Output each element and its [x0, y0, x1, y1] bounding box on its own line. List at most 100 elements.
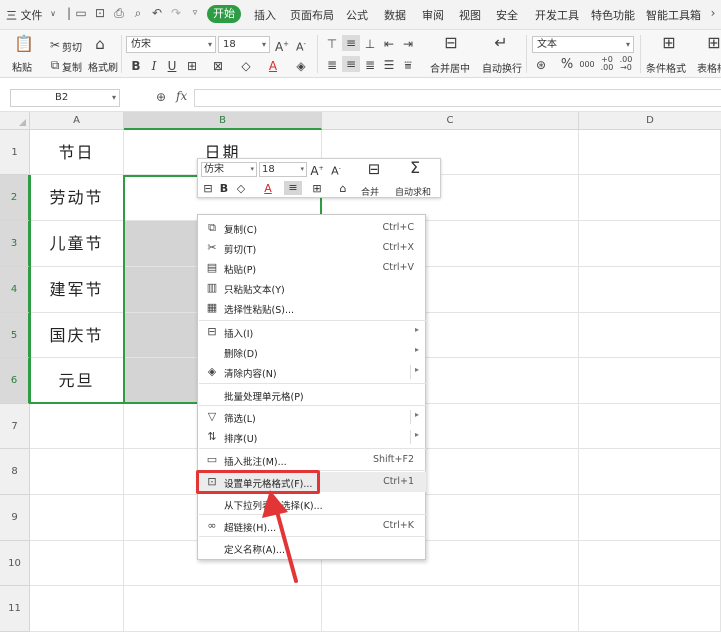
align-center-icon[interactable]: ≡: [284, 181, 302, 195]
menu-item-copy[interactable]: ⧉ 复制(C) Ctrl+C: [199, 218, 426, 238]
tab-smart-toolbox[interactable]: 智能工具箱: [646, 7, 701, 23]
cell-a4[interactable]: 建军节: [30, 267, 124, 313]
align-middle-icon[interactable]: ≡: [342, 35, 360, 51]
save-icon[interactable]: ▭: [74, 6, 88, 20]
file-dropdown-icon[interactable]: ∨: [46, 7, 60, 21]
tab-insert[interactable]: 插入: [254, 7, 276, 23]
menu-item-batch-process[interactable]: 批量处理单元格(P): [199, 385, 426, 405]
print-icon[interactable]: ⎙: [112, 6, 126, 20]
row-header-10[interactable]: 10: [0, 541, 30, 586]
cell-a6[interactable]: 元旦: [30, 358, 124, 404]
cell-a10[interactable]: [30, 541, 124, 586]
wrap-icon[interactable]: ⊟: [201, 182, 215, 196]
row-header-7[interactable]: 7: [0, 404, 30, 449]
align-center-icon[interactable]: ≡: [342, 56, 360, 72]
cell-d11[interactable]: [579, 586, 721, 632]
autosum-icon[interactable]: Σ: [405, 160, 425, 176]
menu-item-insert[interactable]: ⊟ 插入(I) ▸: [199, 322, 426, 342]
italic-icon[interactable]: I: [145, 58, 163, 74]
column-header-b[interactable]: B: [124, 112, 322, 130]
increase-font-icon[interactable]: A+: [310, 162, 324, 178]
tab-home[interactable]: 开始: [207, 5, 241, 23]
fill-color-icon[interactable]: ⊠: [209, 58, 227, 74]
file-menu[interactable]: 三 文件: [6, 7, 43, 23]
row-header-1[interactable]: 1: [0, 130, 30, 175]
cell-a8[interactable]: [30, 449, 124, 495]
font-name-select[interactable]: 仿宋 ▾: [126, 36, 216, 53]
conditional-format-icon[interactable]: ⊞: [660, 35, 678, 51]
wrap-text-icon[interactable]: ↵: [492, 35, 510, 51]
autosum-label[interactable]: 自动求和: [395, 185, 431, 198]
menu-item-format-cells[interactable]: ⊡ 设置单元格格式(F)... Ctrl+1: [199, 472, 426, 492]
cut-button[interactable]: 剪切: [62, 39, 82, 54]
decrease-font-icon[interactable]: A-: [329, 162, 343, 179]
copy-button[interactable]: 复制: [62, 59, 82, 74]
tab-review[interactable]: 审阅: [422, 7, 444, 23]
zoom-icon[interactable]: ⊕: [156, 90, 166, 104]
font-color-icon[interactable]: A: [261, 182, 275, 196]
decrease-font-icon[interactable]: A-: [292, 36, 310, 56]
format-painter-button[interactable]: 格式刷: [88, 59, 118, 74]
select-all-corner[interactable]: [0, 112, 30, 130]
cell-a1[interactable]: 节日: [30, 130, 124, 175]
cell-a7[interactable]: [30, 404, 124, 449]
format-painter-icon[interactable]: ⌂: [336, 182, 350, 196]
merge-center-button[interactable]: 合并居中: [430, 60, 470, 75]
number-format-select[interactable]: 文本 ▾: [532, 36, 634, 53]
cell-d8[interactable]: [579, 449, 721, 495]
menu-item-clear[interactable]: ◈ 清除内容(N) ▸: [199, 362, 426, 382]
underline-icon[interactable]: U: [163, 58, 181, 74]
formula-input[interactable]: [194, 89, 721, 107]
export-pdf-icon[interactable]: ⊡: [93, 6, 107, 20]
cell-a2[interactable]: 劳动节: [30, 175, 124, 221]
row-header-11[interactable]: 11: [0, 586, 30, 632]
paste-button[interactable]: 粘贴: [12, 59, 32, 74]
menu-item-cut[interactable]: ✂ 剪切(T) Ctrl+X: [199, 238, 426, 258]
tab-special-features[interactable]: 特色功能: [591, 7, 635, 23]
table-style-button[interactable]: 表格样: [697, 60, 721, 75]
column-header-c[interactable]: C: [322, 112, 579, 130]
justify-icon[interactable]: ☰: [380, 57, 398, 73]
cell-d6[interactable]: [579, 358, 721, 404]
cell-d4[interactable]: [579, 267, 721, 313]
merge-icon[interactable]: ⊟: [364, 162, 384, 177]
increase-decimal-icon[interactable]: +0.00: [598, 56, 616, 72]
row-header-5[interactable]: 5: [0, 313, 30, 358]
menu-item-insert-comment[interactable]: ▭ 插入批注(M)... Shift+F2: [199, 450, 426, 470]
cell-a11[interactable]: [30, 586, 124, 632]
indent-decrease-icon[interactable]: ⇤: [380, 36, 398, 52]
indent-increase-icon[interactable]: ⇥: [399, 36, 417, 52]
percent-icon[interactable]: %: [558, 57, 576, 73]
row-header-2[interactable]: 2: [0, 175, 30, 221]
mini-font-name-select[interactable]: 仿宋 ▾: [201, 162, 257, 177]
customize-qa-icon[interactable]: ▿: [188, 6, 202, 20]
row-header-6[interactable]: 6: [0, 358, 30, 404]
decrease-decimal-icon[interactable]: .00 →0: [617, 56, 635, 72]
print-preview-icon[interactable]: ⌕: [131, 6, 145, 20]
column-header-d[interactable]: D: [579, 112, 721, 130]
cell-d5[interactable]: [579, 313, 721, 358]
border-icon[interactable]: ⊞: [310, 182, 324, 196]
merge-label[interactable]: 合并: [361, 185, 379, 198]
currency-icon[interactable]: ⊛: [532, 57, 550, 73]
cell-d1[interactable]: [579, 130, 721, 175]
menu-item-hyperlink[interactable]: ∞ 超链接(H)... Ctrl+K: [199, 516, 426, 536]
clear-format-icon[interactable]: ◈: [292, 58, 310, 74]
row-header-8[interactable]: 8: [0, 449, 30, 495]
cell-d3[interactable]: [579, 221, 721, 267]
column-header-a[interactable]: A: [30, 112, 124, 130]
menu-item-sort[interactable]: ⇅ 排序(U) ▸: [199, 427, 426, 447]
menu-item-paste-special[interactable]: ▦ 选择性粘贴(S)...: [199, 298, 426, 318]
tab-security[interactable]: 安全: [496, 7, 518, 23]
menu-more-icon[interactable]: ›: [706, 6, 720, 20]
row-header-3[interactable]: 3: [0, 221, 30, 267]
align-bottom-icon[interactable]: ⊥: [361, 36, 379, 52]
tab-view[interactable]: 视图: [459, 7, 481, 23]
redo-icon[interactable]: ↷: [169, 6, 183, 20]
tab-page-layout[interactable]: 页面布局: [290, 7, 334, 23]
row-header-4[interactable]: 4: [0, 267, 30, 313]
distributed-icon[interactable]: ⩸: [399, 57, 417, 73]
menu-item-paste[interactable]: ▤ 粘贴(P) Ctrl+V: [199, 258, 426, 278]
highlight-color-icon[interactable]: ◇: [237, 58, 255, 74]
cell-a3[interactable]: 儿童节: [30, 221, 124, 267]
